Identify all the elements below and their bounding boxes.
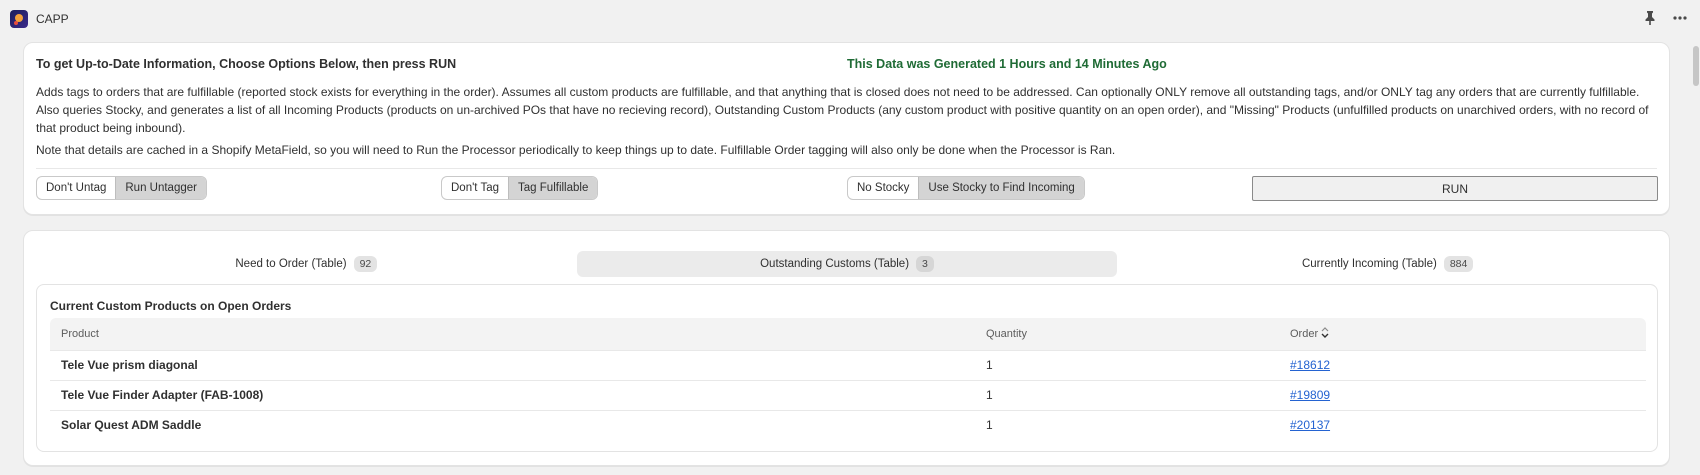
quantity-cell: 1 — [975, 409, 1279, 440]
tab-need-to-order[interactable]: Need to Order (Table) 92 — [36, 251, 577, 277]
custom-products-table: Product Quantity Order Tele Vue prism di… — [50, 318, 1646, 440]
order-cell: #19809 — [1279, 379, 1646, 410]
tab-currently-incoming[interactable]: Currently Incoming (Table) 884 — [1117, 251, 1658, 277]
scrollbar-thumb[interactable] — [1693, 46, 1699, 86]
tag-toggle: Don't Tag Tag Fulfillable — [441, 176, 599, 200]
header-label: Order — [1290, 327, 1319, 340]
controls-heading: To get Up-to-Date Information, Choose Op… — [36, 57, 457, 71]
use-stocky-option[interactable]: Use Stocky to Find Incoming — [918, 177, 1084, 199]
order-link[interactable]: #20137 — [1290, 418, 1330, 432]
controls-card: To get Up-to-Date Information, Choose Op… — [23, 42, 1670, 215]
product-cell: Solar Quest ADM Saddle — [50, 409, 975, 440]
dont-untag-option[interactable]: Don't Untag — [37, 177, 115, 199]
quantity-cell: 1 — [975, 349, 1279, 380]
tab-label: Outstanding Customs (Table) — [760, 258, 910, 270]
pin-icon[interactable] — [1642, 10, 1658, 26]
run-button[interactable]: RUN — [1252, 176, 1658, 201]
order-link[interactable]: #18612 — [1290, 358, 1330, 372]
more-icon[interactable] — [1672, 10, 1688, 26]
results-tabs: Need to Order (Table) 92 Outstanding Cus… — [36, 251, 1658, 277]
order-cell: #20137 — [1279, 409, 1646, 440]
untag-toggle: Don't Untag Run Untagger — [36, 176, 207, 200]
product-column-header[interactable]: Product — [50, 318, 975, 350]
sort-icon[interactable] — [1321, 326, 1329, 341]
results-card: Need to Order (Table) 92 Outstanding Cus… — [23, 230, 1670, 466]
tag-fulfillable-option[interactable]: Tag Fulfillable — [508, 177, 598, 199]
generated-status: This Data was Generated 1 Hours and 14 M… — [847, 57, 1167, 71]
tab-label: Need to Order (Table) — [235, 258, 347, 270]
dont-tag-option[interactable]: Don't Tag — [442, 177, 508, 199]
processor-description: Adds tags to orders that are fulfillable… — [36, 85, 1649, 135]
product-cell: Tele Vue prism diagonal — [50, 349, 975, 380]
app-title: CAPP — [36, 12, 69, 26]
header-label: Product — [61, 327, 99, 340]
app-logo-icon — [10, 10, 28, 28]
no-stocky-option[interactable]: No Stocky — [848, 177, 918, 199]
table-row: Tele Vue Finder Adapter (FAB-1008) 1 #19… — [50, 379, 1646, 410]
run-untagger-option[interactable]: Run Untagger — [115, 177, 206, 199]
quantity-cell: 1 — [975, 379, 1279, 410]
table-header-row: Product Quantity Order — [50, 318, 1646, 350]
tab-outstanding-customs[interactable]: Outstanding Customs (Table) 3 — [576, 251, 1118, 277]
order-cell: #18612 — [1279, 349, 1646, 380]
cache-note: Note that details are cached in a Shopif… — [36, 143, 1116, 157]
tab-count-badge: 884 — [1443, 256, 1474, 272]
custom-products-panel: Current Custom Products on Open Orders P… — [36, 284, 1658, 452]
table-row: Tele Vue prism diagonal 1 #18612 — [50, 349, 1646, 380]
stocky-toggle: No Stocky Use Stocky to Find Incoming — [847, 176, 1085, 200]
product-cell: Tele Vue Finder Adapter (FAB-1008) — [50, 379, 975, 410]
table-title: Current Custom Products on Open Orders — [50, 299, 292, 313]
tab-label: Currently Incoming (Table) — [1301, 258, 1437, 270]
header-label: Quantity — [986, 327, 1027, 340]
app-topbar: CAPP — [0, 0, 1700, 38]
quantity-column-header[interactable]: Quantity — [975, 318, 1279, 350]
tab-count-badge: 92 — [353, 256, 378, 272]
table-row: Solar Quest ADM Saddle 1 #20137 — [50, 409, 1646, 440]
order-column-header[interactable]: Order — [1279, 318, 1646, 350]
order-link[interactable]: #19809 — [1290, 388, 1330, 402]
divider — [36, 168, 1657, 169]
page-scrollbar[interactable] — [1692, 38, 1700, 475]
tab-count-badge: 3 — [916, 256, 934, 272]
